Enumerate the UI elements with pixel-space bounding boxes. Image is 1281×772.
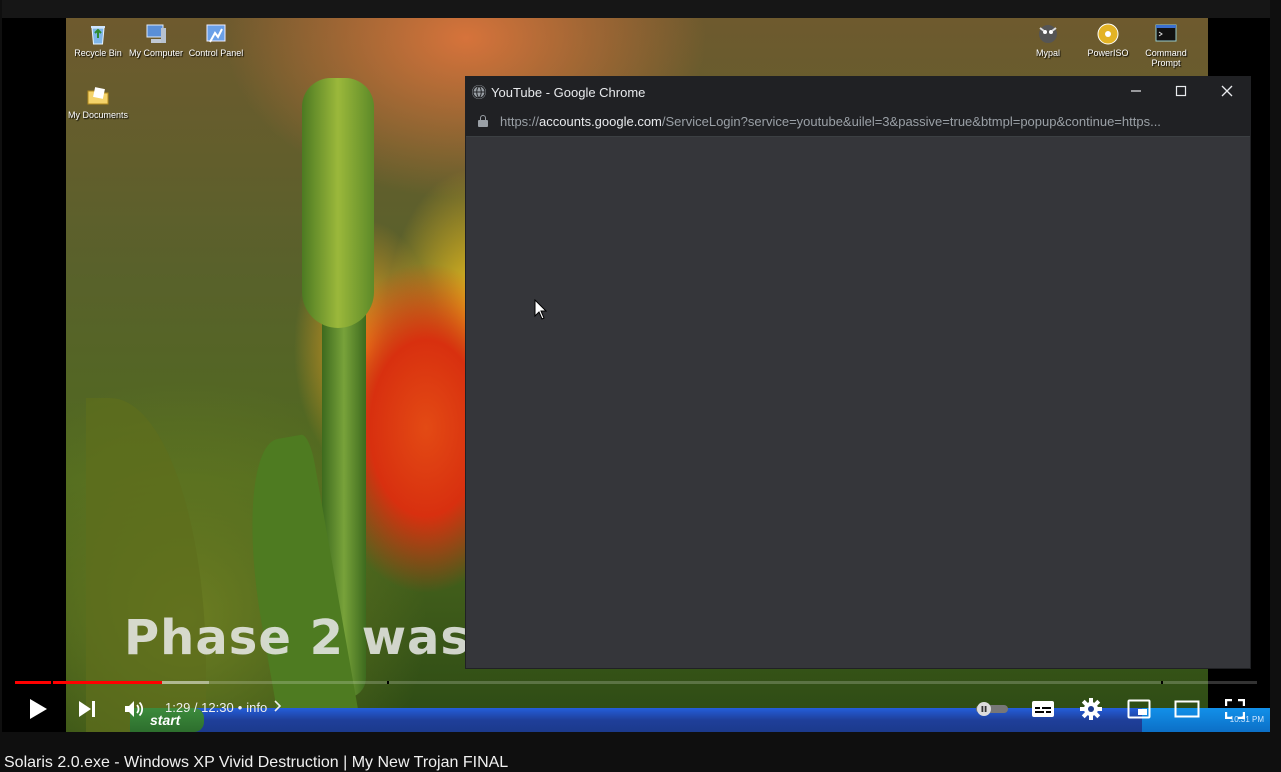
recycle-bin-icon	[86, 22, 110, 46]
chapter-marker	[51, 681, 53, 684]
url-host: accounts.google.com	[539, 114, 662, 129]
desktop-icon-control-panel[interactable]: Control Panel	[184, 22, 248, 58]
desktop-icon-label: Recycle Bin	[74, 48, 122, 58]
desktop-icon-label: Control Panel	[188, 48, 244, 58]
lock-icon	[478, 115, 488, 127]
autoplay-toggle-icon	[976, 702, 1008, 716]
volume-icon	[125, 701, 144, 717]
wallpaper-bud	[302, 78, 374, 328]
desktop-icon-label: My Computer	[128, 48, 183, 58]
maximize-icon[interactable]	[1158, 77, 1204, 107]
volume-button[interactable]	[120, 695, 148, 723]
play-icon	[30, 699, 47, 719]
computer-icon	[144, 22, 168, 46]
desktop-icon-label: Mypal	[1035, 48, 1060, 58]
time-display[interactable]: 1:29 / 12:30 • info	[165, 700, 282, 715]
chapter-marker	[387, 681, 389, 684]
progress-played	[15, 681, 163, 684]
fullscreen-button[interactable]	[1221, 695, 1249, 723]
desktop-icon-label: PowerISO	[1087, 48, 1129, 58]
video-title[interactable]: Solaris 2.0.exe - Windows XP Vivid Destr…	[4, 754, 508, 772]
desktop-icon-poweriso[interactable]: PowerISO	[1076, 22, 1140, 58]
url-scheme: https://	[500, 114, 540, 129]
subtitles-icon	[1032, 701, 1054, 717]
desktop-icon-mypal[interactable]: Mypal	[1016, 22, 1080, 58]
play-button[interactable]	[24, 695, 52, 723]
desktop-icon-command-prompt[interactable]: Command Prompt	[1134, 22, 1198, 68]
subtitles-button[interactable]	[1029, 695, 1057, 723]
url-path: /ServiceLogin?service=youtube&uilel=3&pa…	[661, 114, 1161, 129]
chevron-right-icon[interactable]	[273, 700, 282, 715]
theater-button[interactable]	[1173, 695, 1201, 723]
popup-titlebar[interactable]: YouTube - Google Chrome	[466, 77, 1250, 107]
popup-url-bar[interactable]: https://accounts.google.com/ServiceLogin…	[466, 107, 1250, 137]
chapter-marker	[1161, 681, 1163, 684]
fullscreen-icon	[1225, 699, 1245, 719]
video-caption-text: Phase 2 was v	[124, 610, 520, 666]
desktop-icon-my-documents[interactable]: My Documents	[66, 84, 130, 120]
video-top-strip	[2, 0, 1270, 18]
minimize-icon[interactable]	[1113, 77, 1159, 107]
miniplayer-button[interactable]	[1125, 695, 1153, 723]
desktop-icon-recycle-bin[interactable]: Recycle Bin	[66, 22, 130, 58]
popup-title: YouTube - Google Chrome	[491, 85, 646, 100]
desktop-icon-label: Command Prompt	[1145, 48, 1187, 68]
desktop-icon-my-computer[interactable]: My Computer	[124, 22, 188, 58]
miniplayer-icon	[1127, 699, 1151, 719]
desktop-icon-label: My Documents	[67, 110, 129, 120]
settings-icon	[1080, 698, 1102, 720]
globe-icon	[472, 85, 486, 99]
next-button[interactable]	[73, 695, 101, 723]
time-total: 12:30	[201, 700, 234, 715]
disc-icon	[1096, 22, 1120, 46]
close-icon[interactable]	[1204, 77, 1250, 107]
chrome-popup-window[interactable]: YouTube - Google Chrome https://accounts…	[465, 76, 1251, 669]
settings-button[interactable]	[1077, 695, 1105, 723]
time-separator: /	[190, 700, 202, 715]
popup-url[interactable]: https://accounts.google.com/ServiceLogin…	[500, 114, 1161, 129]
folder-icon	[86, 84, 110, 108]
autoplay-toggle[interactable]	[975, 695, 1009, 723]
theater-icon	[1174, 700, 1200, 718]
separator-dot: •	[237, 700, 243, 715]
mypal-icon	[1036, 22, 1060, 46]
progress-bar[interactable]	[15, 681, 1257, 684]
next-icon	[79, 701, 95, 717]
control-panel-icon	[204, 22, 228, 46]
terminal-icon	[1154, 22, 1178, 46]
time-current: 1:29	[165, 700, 191, 715]
system-tray: 10:31 PM	[1142, 708, 1270, 732]
chapter-label[interactable]: info	[246, 700, 267, 715]
